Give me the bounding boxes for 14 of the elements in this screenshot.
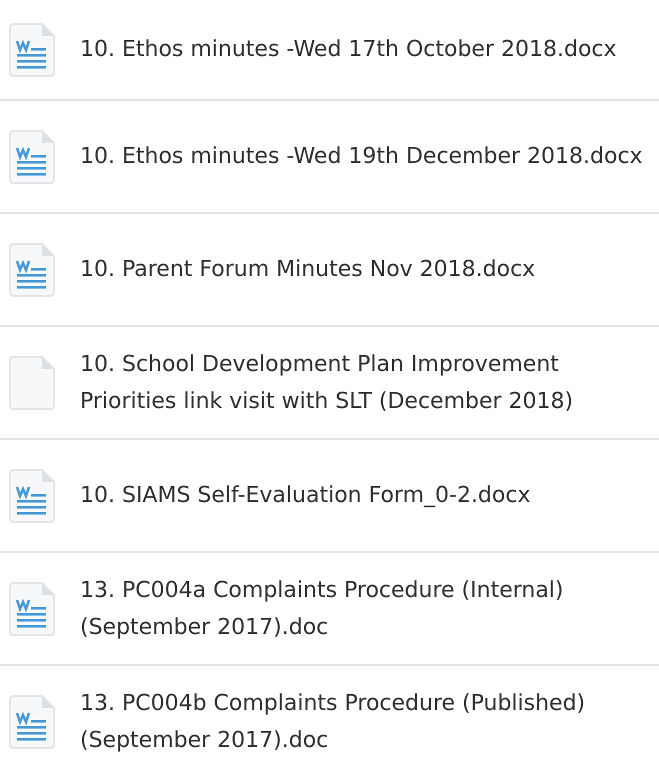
file-name-link[interactable]: 13. PC004a Complaints Procedure (Internal) (September 2017).doc: [80, 572, 659, 646]
word-document-icon: [8, 468, 56, 524]
word-document-icon: [8, 694, 56, 750]
blank-document-icon: [8, 354, 56, 410]
word-document-icon: [8, 128, 56, 184]
file-name-link[interactable]: 10. Parent Forum Minutes Nov 2018.docx: [80, 251, 659, 288]
file-name-link[interactable]: 10. Ethos minutes -Wed 17th October 2018.docx: [80, 31, 659, 68]
word-document-icon: [8, 242, 56, 298]
file-name-link[interactable]: 13. PC004b Complaints Procedure (Published) (September 2017).doc: [80, 684, 659, 758]
word-document-icon: [8, 580, 56, 636]
word-document-icon: [8, 22, 56, 78]
file-name-link[interactable]: 10. School Development Plan Improvement Priorities link visit with SLT (December 2018): [80, 346, 659, 420]
file-name-link[interactable]: 10. SIAMS Self-Evaluation Form_0-2.docx: [80, 477, 659, 514]
file-name-link[interactable]: 10. Ethos minutes -Wed 19th December 2018.docx: [80, 138, 659, 175]
